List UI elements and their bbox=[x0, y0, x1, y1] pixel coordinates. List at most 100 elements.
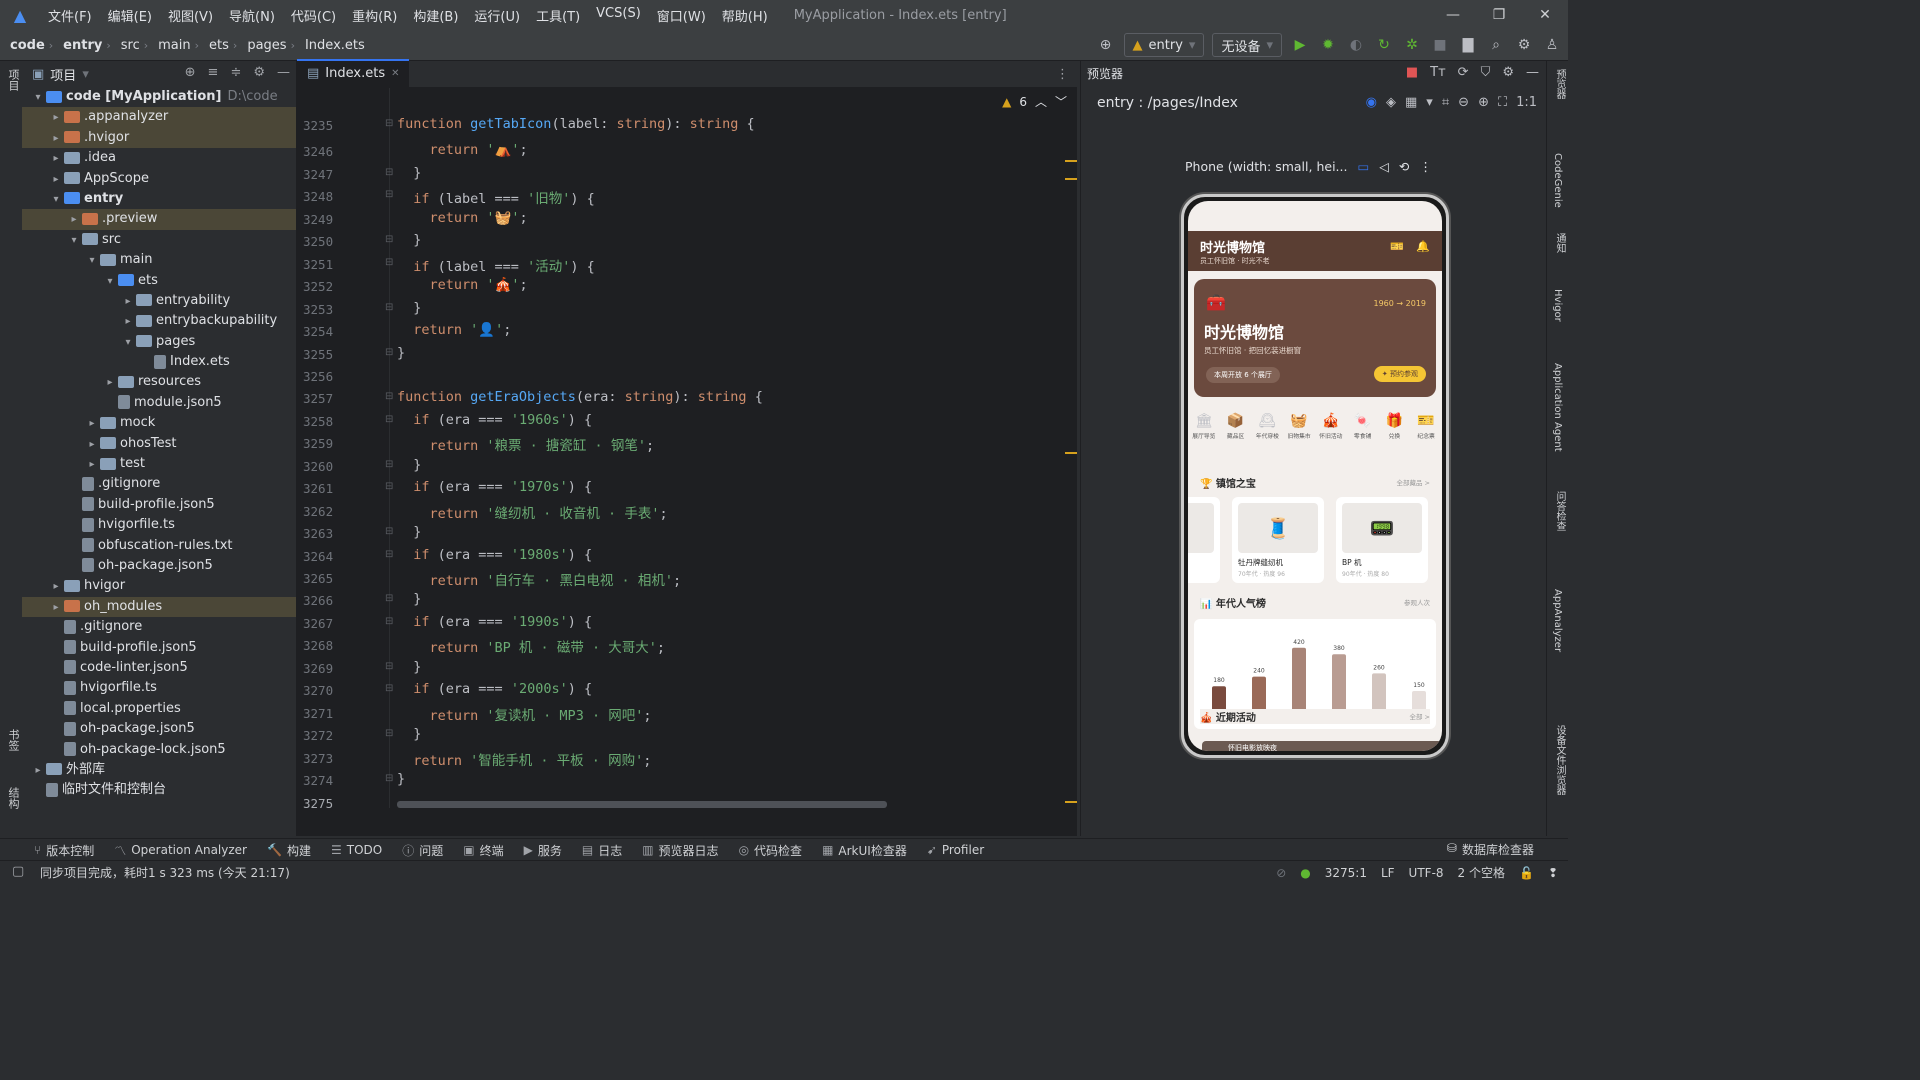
menu-item[interactable]: 窗口(W) bbox=[649, 6, 714, 25]
notifications-icon[interactable]: ❢ bbox=[1548, 866, 1558, 880]
no-inspection-icon[interactable]: ⊘ bbox=[1276, 866, 1286, 880]
fold-marker-icon[interactable]: ⊟ bbox=[385, 302, 395, 313]
tree-item[interactable]: ▸ ohosTest bbox=[22, 434, 296, 454]
menu-item[interactable]: 构建(B) bbox=[405, 6, 466, 25]
reserve-visit-button[interactable]: ✦ 预约参观 bbox=[1373, 366, 1426, 382]
tree-item[interactable]: ▾ entry bbox=[22, 189, 296, 209]
run-icon[interactable]: ▶ bbox=[1290, 37, 1310, 53]
collapse-arrow-icon[interactable]: ▸ bbox=[48, 598, 64, 618]
code-line[interactable]: return '复读机 · MP3 · 网吧'; bbox=[397, 704, 652, 724]
bottom-tool-button[interactable]: ☰ TODO bbox=[321, 842, 392, 859]
component-mode-icon[interactable]: ◉ bbox=[1366, 95, 1377, 110]
chart-bar[interactable] bbox=[1332, 654, 1346, 715]
file-encoding[interactable]: UTF-8 bbox=[1409, 866, 1444, 880]
close-button[interactable]: ✕ bbox=[1522, 0, 1568, 30]
tree-item[interactable]: ▸ oh_modules bbox=[22, 596, 296, 618]
collapse-arrow-icon[interactable]: ▸ bbox=[84, 435, 100, 455]
code-line[interactable]: } bbox=[397, 771, 405, 787]
maximize-button[interactable]: ❐ bbox=[1476, 0, 1522, 30]
chart-bar[interactable] bbox=[1292, 647, 1306, 715]
more-options-icon[interactable]: ⋮ bbox=[1056, 67, 1069, 82]
collapse-arrow-icon[interactable]: ▸ bbox=[120, 292, 136, 312]
right-tool-button[interactable]: Hvigor bbox=[1552, 289, 1563, 322]
locate-icon[interactable]: ⊕ bbox=[185, 65, 196, 80]
fold-marker-icon[interactable]: ⊟ bbox=[385, 189, 395, 200]
fold-marker-icon[interactable]: ⊟ bbox=[385, 257, 395, 268]
tree-item[interactable]: ▸ .idea bbox=[22, 148, 296, 168]
category-item[interactable]: 📦 藏品区 bbox=[1221, 413, 1251, 453]
tree-item[interactable]: ▸ AppScope bbox=[22, 169, 296, 189]
phone-screen[interactable]: 时光博物馆 员工怀旧馆 · 时光不老 🎫 🔔 🧰 1960 → 2019 时光博… bbox=[1188, 201, 1442, 751]
code-line[interactable]: return '🎪'; bbox=[397, 277, 528, 293]
tree-item[interactable]: ▸ mock bbox=[22, 413, 296, 433]
rotate-icon[interactable]: ⟲ bbox=[1399, 159, 1409, 174]
bottom-tool-button[interactable]: ➹ Profiler bbox=[917, 842, 994, 859]
bottom-tool-button[interactable]: ▥ 预览器日志 bbox=[632, 842, 728, 859]
category-item[interactable]: 🍬 零食铺 bbox=[1348, 413, 1378, 453]
treasure-card[interactable] bbox=[1188, 497, 1220, 583]
fold-marker-icon[interactable]: ⊟ bbox=[385, 391, 395, 402]
previous-highlight-icon[interactable]: ︿ bbox=[1035, 93, 1047, 110]
caret-position[interactable]: 3275:1 bbox=[1325, 866, 1367, 880]
breadcrumb-item[interactable]: ets bbox=[199, 38, 233, 53]
account-icon[interactable]: ♙ bbox=[1542, 37, 1562, 53]
category-item[interactable]: 🕰 年代穿梭 bbox=[1252, 413, 1282, 453]
fold-marker-icon[interactable]: ⊟ bbox=[385, 593, 395, 604]
hide-panel-icon[interactable]: — bbox=[1526, 65, 1539, 80]
code-line[interactable]: return '⛺'; bbox=[397, 142, 528, 158]
settings-gear-icon[interactable]: ⚙ bbox=[1514, 37, 1534, 53]
code-line[interactable]: return '缝纫机 · 收音机 · 手表'; bbox=[397, 502, 668, 522]
code-line[interactable]: } bbox=[397, 659, 421, 675]
warning-stripe-marker[interactable] bbox=[1065, 178, 1077, 180]
search-icon[interactable]: ⌕ bbox=[1486, 37, 1506, 53]
breadcrumb-item[interactable]: entry bbox=[53, 38, 106, 53]
breadcrumb-item[interactable]: Index.ets bbox=[295, 38, 369, 53]
device-frame-icon[interactable]: ▭ bbox=[1357, 159, 1369, 174]
tree-item[interactable]: build-profile.json5 bbox=[22, 638, 296, 658]
collapse-arrow-icon[interactable]: ▸ bbox=[102, 373, 118, 393]
right-tool-button[interactable]: 通知 bbox=[1552, 233, 1567, 253]
fold-marker-icon[interactable]: ⊟ bbox=[385, 414, 395, 425]
right-tool-button[interactable]: 设备文件浏览器 bbox=[1552, 725, 1567, 795]
layers-icon[interactable]: ◈ bbox=[1386, 95, 1396, 110]
breadcrumb-item[interactable]: code bbox=[0, 38, 49, 53]
right-tool-button[interactable]: 预览器 bbox=[1552, 69, 1567, 99]
code-line[interactable]: return '粮票 · 搪瓷缸 · 钢笔'; bbox=[397, 434, 655, 454]
hero-banner[interactable]: 🧰 1960 → 2019 时光博物馆 员工怀旧馆 · 把回忆装进橱窗 本周开放… bbox=[1194, 279, 1436, 397]
category-item[interactable]: 🎁 兑换 bbox=[1379, 413, 1409, 453]
close-tab-icon[interactable]: ✕ bbox=[391, 61, 399, 87]
right-tool-button[interactable]: Application Agent bbox=[1552, 363, 1563, 452]
tree-item[interactable]: Index.ets bbox=[22, 352, 296, 372]
device-manager-icon[interactable]: ▇ bbox=[1458, 37, 1478, 53]
menu-item[interactable]: 重构(R) bbox=[344, 6, 405, 25]
category-item[interactable]: 🎫 纪念票 bbox=[1411, 413, 1441, 453]
menu-item[interactable]: 文件(F) bbox=[40, 6, 100, 25]
tree-item[interactable]: ▾ code [MyApplication] D:\code bbox=[22, 87, 296, 107]
collapse-all-icon[interactable]: ≑ bbox=[230, 65, 241, 80]
tree-item[interactable]: ▸ .appanalyzer bbox=[22, 107, 296, 128]
collapse-arrow-icon[interactable]: ▸ bbox=[48, 577, 64, 597]
chevron-down-icon[interactable]: ▾ bbox=[82, 67, 89, 82]
expand-arrow-icon[interactable]: ▾ bbox=[48, 190, 64, 210]
bottom-tool-button[interactable]: ▦ ArkUI检查器 bbox=[812, 842, 917, 859]
bottom-tool-button[interactable]: ◎ 代码检查 bbox=[729, 842, 813, 859]
horizontal-scrollbar[interactable] bbox=[397, 801, 887, 808]
code-line[interactable]: return '智能手机 · 平板 · 网购'; bbox=[397, 749, 651, 769]
status-message[interactable]: 同步项目完成，耗时1 s 323 ms (今天 21:17) bbox=[40, 864, 290, 881]
device-profile-label[interactable]: Phone (width: small, hei... bbox=[1185, 159, 1347, 174]
code-line[interactable]: function getTabIcon(label: string): stri… bbox=[397, 116, 755, 132]
settings-gear-icon[interactable]: ⚙ bbox=[1502, 65, 1514, 80]
code-line[interactable]: } bbox=[397, 300, 421, 316]
code-line[interactable]: if (era === '1960s') { bbox=[397, 412, 592, 428]
fit-screen-icon[interactable]: ⛶ bbox=[1498, 95, 1507, 110]
expand-arrow-icon[interactable]: ▾ bbox=[84, 251, 100, 271]
event-item[interactable]: 怀旧电影放映夜 bbox=[1202, 741, 1442, 751]
code-line[interactable]: if (label === '活动') { bbox=[397, 255, 594, 275]
code-line[interactable]: } bbox=[397, 524, 421, 540]
bookmarks-tool-button[interactable]: 书签 bbox=[5, 729, 21, 751]
project-panel-title[interactable]: 项目 bbox=[50, 65, 76, 84]
tree-item[interactable]: ▸ 外部库 bbox=[22, 760, 296, 780]
breadcrumb-item[interactable]: src bbox=[111, 38, 144, 53]
tree-item[interactable]: hvigorfile.ts bbox=[22, 515, 296, 535]
more-options-icon[interactable]: ⋮ bbox=[1419, 159, 1432, 174]
